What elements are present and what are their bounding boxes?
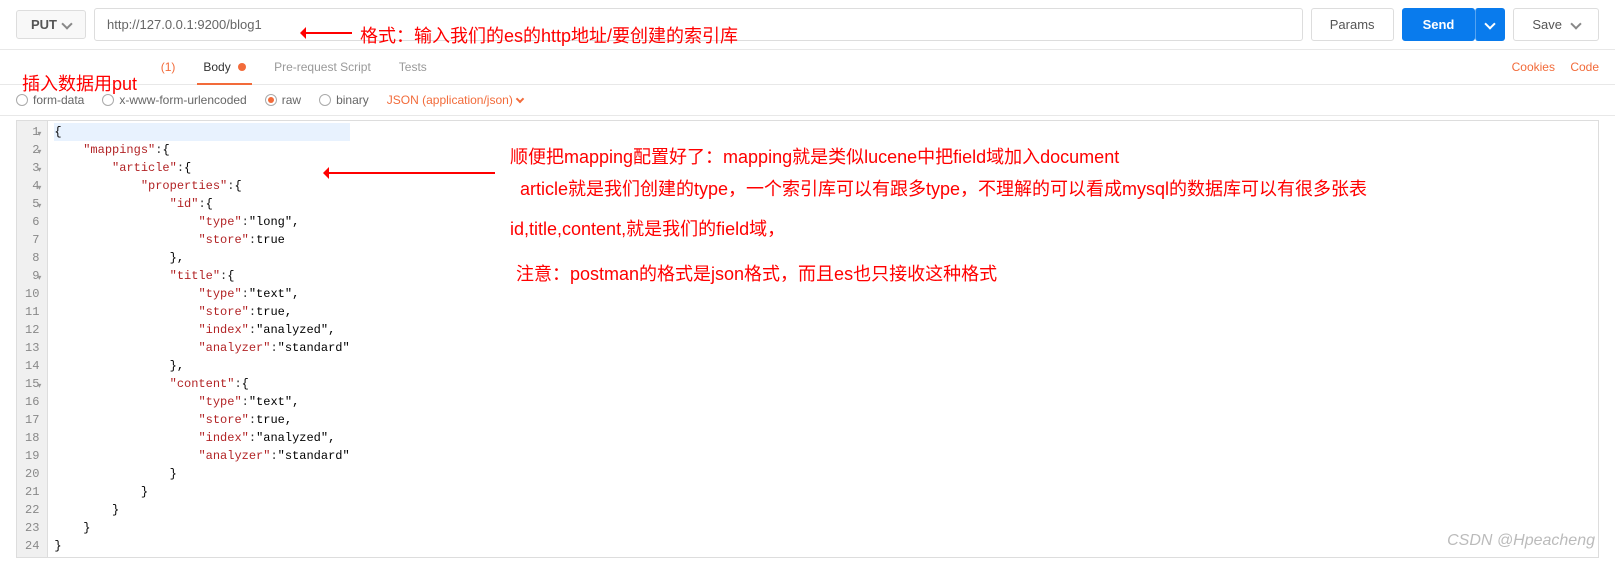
tab-prerequest[interactable]: Pre-request Script — [260, 50, 385, 84]
arrow-icon — [302, 32, 352, 34]
radio-icon — [265, 94, 277, 106]
code-link[interactable]: Code — [1570, 60, 1599, 74]
code-editor[interactable]: 1▾2▾3▾4▾5▾6789▾101112131415▾161718192021… — [16, 120, 1599, 558]
params-button[interactable]: Params — [1311, 8, 1394, 41]
send-button-group: Send — [1402, 8, 1506, 41]
tabs-row: Headers (1) Body Pre-request Script Test… — [0, 50, 1615, 85]
chevron-down-icon — [61, 18, 72, 29]
chevron-down-icon — [516, 95, 524, 103]
tab-headers[interactable]: Headers (1) — [96, 50, 189, 84]
method-select[interactable]: PUT — [16, 10, 86, 39]
radio-icon — [16, 94, 28, 106]
method-label: PUT — [31, 17, 57, 32]
tab-body[interactable]: Body — [189, 50, 260, 84]
unsaved-dot-icon — [238, 63, 246, 71]
content-type-select[interactable]: JSON (application/json) — [387, 93, 523, 107]
radio-icon — [319, 94, 331, 106]
cookies-link[interactable]: Cookies — [1512, 60, 1555, 74]
send-button[interactable]: Send — [1402, 8, 1476, 41]
save-label: Save — [1532, 17, 1562, 32]
content-type-label: JSON (application/json) — [387, 93, 513, 107]
radio-urlencoded[interactable]: x-www-form-urlencoded — [102, 93, 246, 107]
chevron-down-icon — [1485, 18, 1496, 29]
send-dropdown-button[interactable] — [1475, 8, 1505, 41]
line-gutter: 1▾2▾3▾4▾5▾6789▾101112131415▾161718192021… — [17, 121, 48, 557]
arrow-icon — [325, 172, 495, 174]
radio-raw[interactable]: raw — [265, 93, 301, 107]
url-input[interactable] — [94, 8, 1303, 41]
code-content[interactable]: { "mappings":{ "article":{ "properties":… — [48, 121, 355, 557]
body-options: form-data x-www-form-urlencoded raw bina… — [0, 85, 1615, 116]
tab-tests[interactable]: Tests — [385, 50, 441, 84]
tab-body-label: Body — [203, 60, 230, 74]
radio-formdata[interactable]: form-data — [16, 93, 84, 107]
radio-icon — [102, 94, 114, 106]
save-button[interactable]: Save — [1513, 8, 1599, 41]
right-links: Cookies Code — [1500, 60, 1599, 74]
radio-binary[interactable]: binary — [319, 93, 369, 107]
request-bar: PUT Params Send Save — [0, 0, 1615, 50]
headers-count: (1) — [161, 60, 176, 74]
chevron-down-icon — [1570, 18, 1581, 29]
